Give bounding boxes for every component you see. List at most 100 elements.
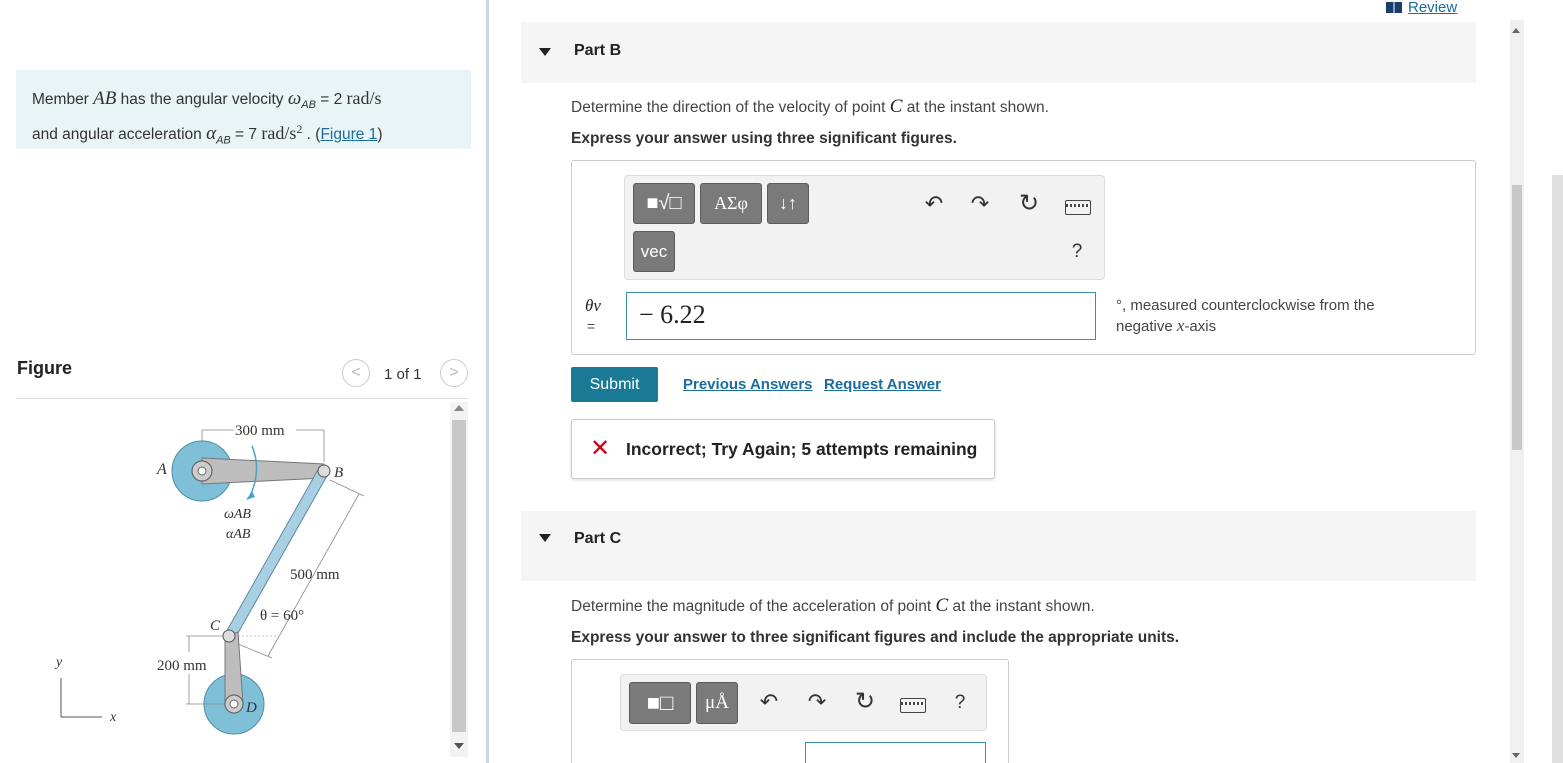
arm-cd — [224, 631, 244, 705]
vec-label: vec — [640, 242, 668, 261]
part-c-instruction: Express your answer to three significant… — [571, 629, 1180, 646]
feedback-text: Incorrect; Try Again; 5 attempts remaini… — [626, 439, 978, 459]
question-text: at the instant shown. — [902, 99, 1049, 116]
label-a: A — [156, 461, 167, 478]
theta-label: θ = 60° — [260, 608, 304, 624]
point-symbol: C — [935, 595, 949, 616]
reset-icon[interactable]: ↻ — [850, 690, 880, 714]
part-c-header[interactable]: Part C — [521, 511, 1476, 581]
chevron-left-icon: < — [351, 364, 361, 381]
part-b-math-toolbar: ■√□ ΑΣφ ↓↑ vec ↶ ↷ ↻ ? — [624, 175, 1105, 280]
variable-equals: = — [587, 318, 596, 334]
point-symbol: C — [889, 96, 903, 117]
axis-x-label: x — [109, 710, 117, 725]
dim-top-label: 300 mm — [235, 423, 285, 439]
pin-b — [317, 464, 331, 478]
page-scrollbar[interactable] — [1510, 20, 1524, 763]
review-link[interactable]: Review — [1386, 0, 1457, 16]
scroll-down-icon[interactable] — [454, 743, 464, 749]
pin-d-center — [229, 699, 239, 709]
sort-arrows-icon: ↓↑ — [779, 193, 797, 213]
label-d: D — [245, 700, 257, 716]
question-text: Determine the magnitude of the accelerat… — [571, 598, 936, 615]
dim-tick — [237, 643, 273, 659]
help-button[interactable]: ? — [945, 691, 975, 715]
problem-text: has the angular velocity — [116, 91, 288, 108]
scrollbar-thumb[interactable] — [452, 420, 466, 732]
templates-button[interactable]: ■□ — [629, 682, 691, 724]
problem-text: Member — [32, 91, 94, 108]
pin-a-center — [197, 466, 207, 476]
submit-button[interactable]: Submit — [571, 367, 658, 402]
chevron-right-icon: > — [449, 364, 459, 381]
request-answer-link[interactable]: Request Answer — [824, 376, 941, 393]
sort-button[interactable]: ↓↑ — [767, 183, 809, 224]
alpha-symbol: α — [206, 123, 217, 145]
label-alpha-ab: αAB — [226, 527, 251, 542]
unit-text: -axis — [1184, 318, 1217, 335]
templates-button[interactable]: ■√□ — [633, 183, 695, 224]
part-c-answer-input[interactable] — [805, 742, 986, 763]
omega-unit: rad/s — [346, 88, 382, 108]
problem-text: and angular acceleration — [32, 126, 207, 144]
undo-icon[interactable]: ↶ — [754, 690, 784, 714]
axis-y-label: y — [54, 655, 63, 670]
scrollbar-thumb[interactable] — [1512, 185, 1522, 450]
label-c: C — [210, 618, 221, 634]
templates-icon: ■□ — [646, 690, 674, 715]
problem-statement: Member AB has the angular velocity ω AB =… — [16, 70, 471, 149]
omega-symbol: ω — [287, 88, 302, 109]
label-omega-ab: ωAB — [224, 507, 251, 522]
part-c-title: Part C — [574, 530, 622, 547]
part-b-title: Part B — [574, 42, 622, 59]
mechanism-figure: 300 mm A ωAB αAB B 500 mm θ = 60° C D 20… — [54, 423, 365, 735]
greek-symbols-button[interactable]: ΑΣφ — [700, 183, 762, 224]
caret-down-icon[interactable] — [539, 534, 551, 542]
help-button[interactable]: ? — [1062, 240, 1092, 264]
pin-c — [222, 629, 236, 643]
omega-arrow — [246, 491, 255, 500]
question-text: at the instant shown. — [948, 598, 1095, 615]
undo-icon[interactable]: ↶ — [919, 192, 949, 216]
scroll-up-icon[interactable] — [454, 405, 464, 411]
problem-pane: Member AB has the angular velocity ωAB =… — [0, 0, 487, 763]
outer-scrollbar[interactable] — [1552, 175, 1563, 763]
redo-icon[interactable]: ↷ — [802, 690, 832, 714]
redo-icon[interactable]: ↷ — [965, 192, 995, 216]
problem-text: . ( — [302, 126, 321, 144]
label-b: B — [334, 465, 343, 481]
caret-down-icon[interactable] — [539, 48, 551, 56]
arm-ab — [201, 457, 325, 485]
problem-text: ) — [377, 126, 383, 144]
scroll-up-icon[interactable] — [1512, 28, 1520, 33]
unit-description: °, measured counterclockwise from the ne… — [1116, 296, 1416, 337]
reset-icon[interactable]: ↻ — [1014, 192, 1044, 216]
member-symbol: AB — [93, 88, 117, 109]
variable-label: θv — [585, 296, 601, 315]
alpha-value: = 7 — [230, 126, 262, 144]
figure-link[interactable]: Figure 1 — [320, 126, 377, 143]
alpha-subscript: AB — [216, 134, 231, 147]
keyboard-icon[interactable] — [1065, 200, 1091, 215]
part-b-question: Determine the direction of the velocity … — [571, 96, 1049, 118]
scroll-down-icon[interactable] — [1512, 753, 1520, 758]
keyboard-icon[interactable] — [900, 698, 926, 713]
previous-answers-link[interactable]: Previous Answers — [683, 376, 813, 393]
units-icon: μÅ — [705, 692, 729, 713]
pane-divider[interactable] — [486, 0, 489, 763]
figure-prev-button[interactable]: < — [342, 359, 370, 387]
part-b-instruction: Express your answer using three signific… — [571, 130, 957, 147]
vec-button[interactable]: vec — [633, 231, 675, 272]
part-c-math-toolbar: ■□ μÅ ↶ ↷ ↻ ? — [620, 674, 987, 731]
figure-title: Figure — [17, 358, 73, 378]
question-text: Determine the direction of the velocity … — [571, 99, 890, 116]
units-button[interactable]: μÅ — [696, 682, 738, 724]
dim-tick — [329, 479, 365, 497]
part-b-header[interactable]: Part B — [521, 22, 1476, 83]
figure-scrollbar[interactable] — [450, 402, 468, 757]
answer-input[interactable]: − 6.22 — [626, 292, 1096, 340]
greek-icon: ΑΣφ — [714, 193, 748, 213]
figure-next-button[interactable]: > — [440, 359, 468, 387]
templates-icon: ■√□ — [646, 192, 682, 214]
feedback-message: ✕ Incorrect; Try Again; 5 attempts remai… — [571, 419, 995, 479]
